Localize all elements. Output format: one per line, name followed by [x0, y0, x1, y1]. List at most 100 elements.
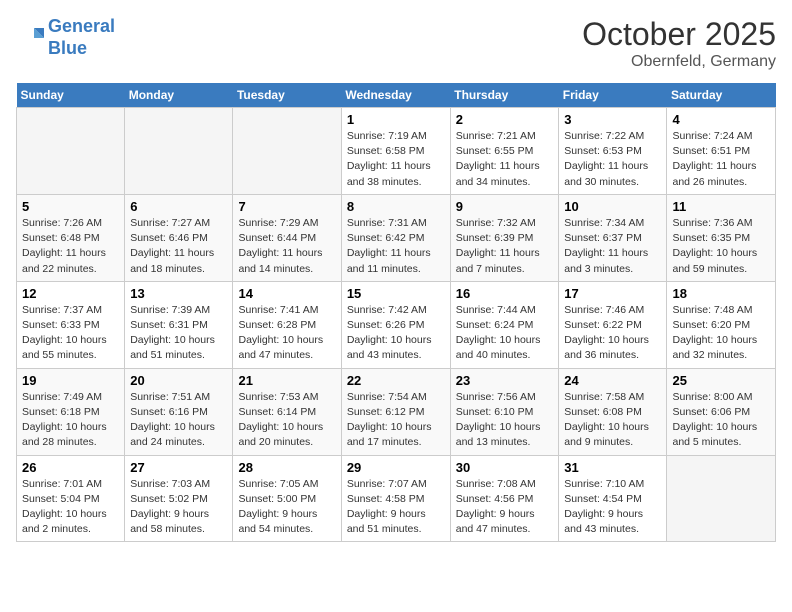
calendar-cell: 5Sunrise: 7:26 AMSunset: 6:48 PMDaylight…	[17, 194, 125, 281]
day-number: 19	[22, 373, 119, 388]
day-info: Sunrise: 7:19 AMSunset: 6:58 PMDaylight:…	[347, 129, 445, 190]
day-info: Sunrise: 7:32 AMSunset: 6:39 PMDaylight:…	[456, 216, 554, 277]
calendar-cell: 28 Sunrise: 7:05 AMSunset: 5:00 PMDayligh…	[233, 455, 341, 542]
calendar-cell: 1 Sunrise: 7:19 AMSunset: 6:58 PMDaylight…	[341, 108, 450, 195]
calendar-week-row: 12 Sunrise: 7:37 AMSunset: 6:33 PMDayligh…	[17, 281, 776, 368]
day-number: 20	[130, 373, 227, 388]
calendar-cell: 11 Sunrise: 7:36 AMSunset: 6:35 PMDayligh…	[667, 194, 776, 281]
day-info: Sunrise: 7:37 AMSunset: 6:33 PMDaylight:…	[22, 303, 119, 364]
day-number: 8	[347, 199, 445, 214]
day-info: Sunrise: 7:31 AMSunset: 6:42 PMDaylight:…	[347, 216, 445, 277]
calendar-cell	[125, 108, 233, 195]
calendar-cell: 19 Sunrise: 7:49 AMSunset: 6:18 PMDayligh…	[17, 368, 125, 455]
day-number: 15	[347, 286, 445, 301]
day-number: 28	[238, 460, 335, 475]
calendar-cell: 22Sunrise: 7:54 AMSunset: 6:12 PMDayligh…	[341, 368, 450, 455]
day-number: 24	[564, 373, 661, 388]
logo-icon	[16, 24, 44, 52]
calendar-week-row: 1 Sunrise: 7:19 AMSunset: 6:58 PMDaylight…	[17, 108, 776, 195]
location: Obernfeld, Germany	[582, 53, 776, 71]
col-header-monday: Monday	[125, 83, 233, 108]
calendar-cell: 6 Sunrise: 7:27 AMSunset: 6:46 PMDaylight…	[125, 194, 233, 281]
calendar-cell: 3Sunrise: 7:22 AMSunset: 6:53 PMDaylight…	[559, 108, 667, 195]
calendar-cell: 4Sunrise: 7:24 AMSunset: 6:51 PMDaylight…	[667, 108, 776, 195]
day-info: Sunrise: 7:21 AMSunset: 6:55 PMDaylight:…	[456, 129, 554, 190]
logo-blue: Blue	[48, 38, 87, 58]
day-info: Sunrise: 7:51 AMSunset: 6:16 PMDaylight:…	[130, 390, 227, 451]
day-number: 4	[672, 112, 770, 127]
day-info: Sunrise: 7:49 AMSunset: 6:18 PMDaylight:…	[22, 390, 119, 451]
col-header-saturday: Saturday	[667, 83, 776, 108]
day-info: Sunrise: 7:36 AMSunset: 6:35 PMDaylight:…	[672, 216, 770, 277]
calendar-cell: 17 Sunrise: 7:46 AMSunset: 6:22 PMDayligh…	[559, 281, 667, 368]
day-number: 18	[672, 286, 770, 301]
calendar-cell: 20 Sunrise: 7:51 AMSunset: 6:16 PMDayligh…	[125, 368, 233, 455]
calendar-cell: 10 Sunrise: 7:34 AMSunset: 6:37 PMDayligh…	[559, 194, 667, 281]
calendar-cell: 12 Sunrise: 7:37 AMSunset: 6:33 PMDayligh…	[17, 281, 125, 368]
day-info: Sunrise: 7:01 AMSunset: 5:04 PMDaylight:…	[22, 477, 119, 538]
day-info: Sunrise: 7:46 AMSunset: 6:22 PMDaylight:…	[564, 303, 661, 364]
day-info: Sunrise: 7:27 AMSunset: 6:46 PMDaylight:…	[130, 216, 227, 277]
day-number: 31	[564, 460, 661, 475]
col-header-tuesday: Tuesday	[233, 83, 341, 108]
day-info: Sunrise: 7:58 AMSunset: 6:08 PMDaylight:…	[564, 390, 661, 451]
calendar-cell: 24 Sunrise: 7:58 AMSunset: 6:08 PMDayligh…	[559, 368, 667, 455]
day-info: Sunrise: 7:08 AMSunset: 4:56 PMDaylight:…	[456, 477, 554, 538]
day-info: Sunrise: 7:34 AMSunset: 6:37 PMDaylight:…	[564, 216, 661, 277]
day-number: 23	[456, 373, 554, 388]
day-number: 6	[130, 199, 227, 214]
day-number: 21	[238, 373, 335, 388]
month-title: October 2025	[582, 16, 776, 53]
col-header-sunday: Sunday	[17, 83, 125, 108]
day-info: Sunrise: 7:41 AMSunset: 6:28 PMDaylight:…	[238, 303, 335, 364]
day-number: 17	[564, 286, 661, 301]
day-info: Sunrise: 8:00 AMSunset: 6:06 PMDaylight:…	[672, 390, 770, 451]
day-number: 1	[347, 112, 445, 127]
day-number: 27	[130, 460, 227, 475]
day-number: 7	[238, 199, 335, 214]
day-info: Sunrise: 7:29 AMSunset: 6:44 PMDaylight:…	[238, 216, 335, 277]
day-number: 14	[238, 286, 335, 301]
calendar-cell: 29 Sunrise: 7:07 AMSunset: 4:58 PMDayligh…	[341, 455, 450, 542]
day-number: 16	[456, 286, 554, 301]
day-info: Sunrise: 7:03 AMSunset: 5:02 PMDaylight:…	[130, 477, 227, 538]
col-header-friday: Friday	[559, 83, 667, 108]
calendar-cell: 2 Sunrise: 7:21 AMSunset: 6:55 PMDaylight…	[450, 108, 559, 195]
page-header: General Blue October 2025 Obernfeld, Ger…	[16, 16, 776, 71]
day-info: Sunrise: 7:10 AMSunset: 4:54 PMDaylight:…	[564, 477, 661, 538]
day-number: 12	[22, 286, 119, 301]
col-header-thursday: Thursday	[450, 83, 559, 108]
calendar-cell	[17, 108, 125, 195]
calendar-week-row: 19 Sunrise: 7:49 AMSunset: 6:18 PMDayligh…	[17, 368, 776, 455]
calendar-cell: 18Sunrise: 7:48 AMSunset: 6:20 PMDayligh…	[667, 281, 776, 368]
logo: General Blue	[16, 16, 115, 59]
calendar-cell	[667, 455, 776, 542]
col-header-wednesday: Wednesday	[341, 83, 450, 108]
calendar-cell: 26Sunrise: 7:01 AMSunset: 5:04 PMDayligh…	[17, 455, 125, 542]
day-number: 11	[672, 199, 770, 214]
calendar-cell: 14 Sunrise: 7:41 AMSunset: 6:28 PMDayligh…	[233, 281, 341, 368]
day-info: Sunrise: 7:07 AMSunset: 4:58 PMDaylight:…	[347, 477, 445, 538]
calendar-cell: 7 Sunrise: 7:29 AMSunset: 6:44 PMDaylight…	[233, 194, 341, 281]
day-info: Sunrise: 7:39 AMSunset: 6:31 PMDaylight:…	[130, 303, 227, 364]
title-block: October 2025 Obernfeld, Germany	[582, 16, 776, 71]
calendar-cell: 15 Sunrise: 7:42 AMSunset: 6:26 PMDayligh…	[341, 281, 450, 368]
calendar-header-row: SundayMondayTuesdayWednesdayThursdayFrid…	[17, 83, 776, 108]
day-number: 2	[456, 112, 554, 127]
day-number: 10	[564, 199, 661, 214]
calendar-cell: 31 Sunrise: 7:10 AMSunset: 4:54 PMDayligh…	[559, 455, 667, 542]
day-info: Sunrise: 7:05 AMSunset: 5:00 PMDaylight:…	[238, 477, 335, 538]
day-info: Sunrise: 7:44 AMSunset: 6:24 PMDaylight:…	[456, 303, 554, 364]
calendar-cell: 16 Sunrise: 7:44 AMSunset: 6:24 PMDayligh…	[450, 281, 559, 368]
calendar-cell: 13 Sunrise: 7:39 AMSunset: 6:31 PMDayligh…	[125, 281, 233, 368]
day-number: 30	[456, 460, 554, 475]
calendar-cell: 9 Sunrise: 7:32 AMSunset: 6:39 PMDaylight…	[450, 194, 559, 281]
calendar-cell: 25Sunrise: 8:00 AMSunset: 6:06 PMDayligh…	[667, 368, 776, 455]
day-number: 29	[347, 460, 445, 475]
logo-general: General	[48, 16, 115, 36]
day-number: 9	[456, 199, 554, 214]
day-number: 13	[130, 286, 227, 301]
calendar-week-row: 5Sunrise: 7:26 AMSunset: 6:48 PMDaylight…	[17, 194, 776, 281]
day-info: Sunrise: 7:42 AMSunset: 6:26 PMDaylight:…	[347, 303, 445, 364]
day-info: Sunrise: 7:53 AMSunset: 6:14 PMDaylight:…	[238, 390, 335, 451]
